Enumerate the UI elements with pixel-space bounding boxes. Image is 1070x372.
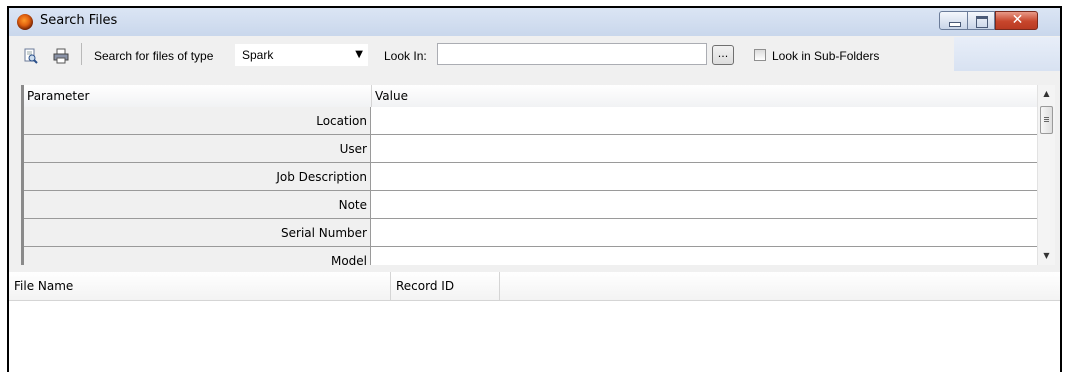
parameter-name: Location (316, 114, 367, 128)
dropdown-arrow-icon[interactable]: ▼ (355, 49, 363, 60)
close-button[interactable]: ✕ (995, 11, 1038, 30)
parameter-name: Job Description (276, 170, 367, 184)
header-divider (390, 272, 391, 300)
grid-row[interactable]: Serial Number (24, 219, 1037, 247)
parameter-name: Model (330, 254, 367, 265)
parameter-name: Serial Number (281, 226, 367, 240)
browse-button[interactable]: ... (712, 45, 734, 65)
print-icon[interactable] (53, 48, 69, 64)
grid-row[interactable]: Model (24, 247, 1037, 265)
scroll-down-icon[interactable]: ▼ (1038, 251, 1055, 260)
window-title: Search Files (40, 13, 118, 28)
scrollbar-thumb[interactable] (1040, 106, 1053, 134)
grid-row[interactable]: User (24, 135, 1037, 163)
grid-row[interactable]: Note (24, 191, 1037, 219)
look-in-label: Look In: (384, 49, 427, 63)
grid-row[interactable]: Job Description (24, 163, 1037, 191)
value-column-header[interactable]: Value (375, 89, 408, 103)
scroll-up-icon[interactable]: ▲ (1038, 89, 1055, 98)
title-bar[interactable]: Search Files ✕ (9, 8, 1060, 36)
subfolders-checkbox[interactable] (754, 49, 766, 61)
header-divider (499, 272, 500, 300)
find-icon[interactable] (23, 48, 39, 64)
value-cell[interactable] (371, 219, 1037, 246)
file-type-dropdown[interactable]: Spark ▼ (235, 44, 368, 66)
grid-row[interactable]: Location (24, 107, 1037, 135)
minimize-button[interactable] (939, 11, 968, 30)
file-type-value: Spark (242, 48, 274, 62)
value-cell[interactable] (371, 163, 1037, 190)
grid-header: Parameter Value (24, 85, 1037, 108)
parameter-grid[interactable]: Parameter Value Location User Job Descri… (21, 85, 1037, 265)
maximize-icon (976, 16, 988, 28)
close-icon: ✕ (1011, 12, 1024, 28)
maximize-button[interactable] (967, 11, 995, 30)
subfolders-label[interactable]: Look in Sub-Folders (772, 49, 879, 63)
parameter-name: User (339, 142, 367, 156)
file-name-column-header[interactable]: File Name (14, 279, 73, 293)
search-files-window: Search Files ✕ Search for files of type … (7, 6, 1062, 372)
parameter-column-header[interactable]: Parameter (27, 89, 89, 103)
look-in-input[interactable] (437, 43, 707, 65)
minimize-icon (949, 22, 961, 27)
app-icon (17, 14, 33, 30)
value-cell[interactable] (371, 247, 1037, 265)
search-type-label: Search for files of type (94, 49, 214, 63)
header-divider (371, 85, 372, 107)
toolbar: Search for files of type Spark ▼ Look In… (9, 36, 1060, 72)
grid-vertical-scrollbar[interactable]: ▲ ▼ (1037, 85, 1055, 265)
parameter-name: Note (338, 198, 367, 212)
results-header: File Name Record ID (9, 272, 1060, 301)
results-list[interactable]: File Name Record ID (9, 272, 1060, 372)
value-cell[interactable] (371, 107, 1037, 134)
value-cell[interactable] (371, 135, 1037, 162)
toolbar-separator (81, 43, 82, 65)
toolbar-right-panel (954, 37, 1060, 71)
value-cell[interactable] (371, 191, 1037, 218)
record-id-column-header[interactable]: Record ID (396, 279, 454, 293)
